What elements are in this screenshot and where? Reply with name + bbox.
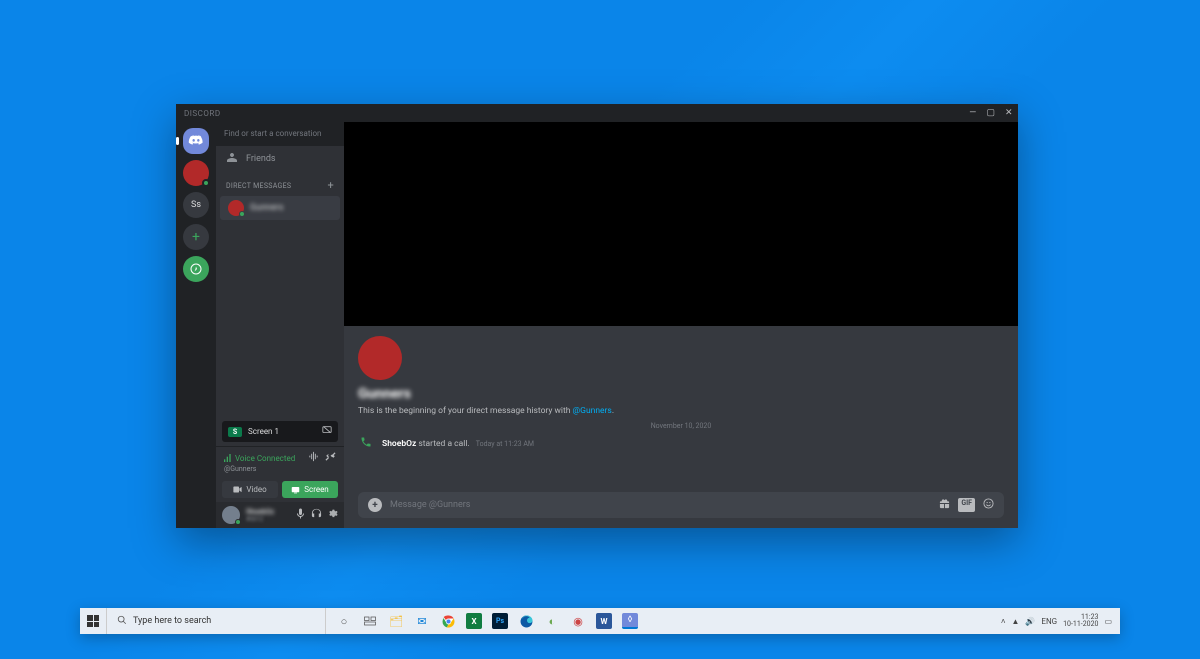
home-button[interactable] bbox=[183, 128, 209, 154]
video-button[interactable]: Video bbox=[222, 481, 278, 498]
pinned-apps: ○ 🗂 ✉ X Ps ◐ ◉ W ◊ bbox=[326, 613, 648, 629]
deafen-button[interactable] bbox=[311, 508, 322, 522]
search-input[interactable]: Find or start a conversation bbox=[216, 122, 344, 146]
call-message: ShoebOz started a call. Today at 11:23 A… bbox=[358, 434, 1004, 453]
close-button[interactable]: ✕ bbox=[1004, 108, 1014, 118]
discord-window: DISCORD — ▢ ✕ Ss + Find or start a conve… bbox=[176, 104, 1018, 528]
message-composer[interactable]: + Message @Gunners GIF bbox=[358, 492, 1004, 518]
tray-volume-icon[interactable]: 🔊 bbox=[1025, 617, 1035, 626]
compass-icon bbox=[190, 263, 202, 275]
server-rail: Ss + bbox=[176, 122, 216, 528]
dm-avatar bbox=[228, 200, 244, 216]
composer-placeholder: Message @Gunners bbox=[382, 500, 939, 510]
create-dm-button[interactable]: + bbox=[327, 179, 334, 192]
screen-button[interactable]: Screen bbox=[282, 481, 338, 498]
server-1[interactable] bbox=[183, 160, 209, 186]
app-icon-1[interactable]: ◐ bbox=[544, 613, 560, 629]
minimize-button[interactable]: — bbox=[968, 108, 978, 118]
dm-name: Gunners bbox=[250, 203, 284, 213]
video-icon bbox=[233, 486, 242, 493]
call-action-row: Video Screen bbox=[216, 477, 344, 502]
excel-icon[interactable]: X bbox=[466, 613, 482, 629]
phone-icon bbox=[358, 436, 374, 451]
dm-header: DIRECT MESSAGES + bbox=[216, 171, 344, 196]
call-time: Today at 11:23 AM bbox=[476, 440, 534, 448]
channel-sidebar: Find or start a conversation Friends DIR… bbox=[216, 122, 344, 528]
discord-taskbar-icon[interactable]: ◊ bbox=[622, 613, 638, 629]
tray-clock[interactable]: 11:23 10-11-2020 bbox=[1063, 614, 1098, 628]
emoji-button[interactable] bbox=[983, 498, 994, 512]
file-explorer-icon[interactable]: 🗂 bbox=[388, 613, 404, 629]
search-icon bbox=[117, 615, 127, 628]
gif-button[interactable]: GIF bbox=[958, 498, 975, 512]
chrome-icon[interactable] bbox=[440, 613, 456, 629]
channel-name: Gunners bbox=[358, 386, 1004, 402]
voice-connected-label: Voice Connected bbox=[224, 454, 295, 463]
windows-logo-icon bbox=[87, 615, 99, 627]
messages-area: Gunners This is the beginning of your di… bbox=[344, 326, 1018, 486]
mail-icon[interactable]: ✉ bbox=[414, 613, 430, 629]
screen-thumb-icon: S bbox=[228, 427, 242, 437]
taskbar-search[interactable]: Type here to search bbox=[106, 608, 326, 634]
tray-notifications-icon[interactable]: ▭ bbox=[1104, 617, 1112, 626]
gift-button[interactable] bbox=[939, 498, 950, 512]
screen-share-panel: S Screen 1 bbox=[222, 421, 338, 442]
window-title: DISCORD bbox=[184, 109, 221, 118]
channel-avatar bbox=[358, 336, 402, 380]
edge-icon[interactable] bbox=[518, 613, 534, 629]
friends-button[interactable]: Friends bbox=[216, 146, 344, 171]
disconnect-button[interactable] bbox=[325, 451, 336, 465]
search-placeholder: Type here to search bbox=[133, 616, 211, 626]
app-body: Ss + Find or start a conversation Friend… bbox=[176, 122, 1018, 528]
tray-chevron-icon[interactable]: ˄ bbox=[1001, 617, 1006, 626]
call-user: ShoebOz bbox=[382, 439, 416, 449]
mute-button[interactable] bbox=[296, 508, 305, 522]
settings-button[interactable] bbox=[328, 508, 338, 522]
task-view-button[interactable] bbox=[362, 613, 378, 629]
add-server-button[interactable]: + bbox=[183, 224, 209, 250]
user-info: ShoebOz #0012 bbox=[246, 508, 274, 523]
voice-status: Voice Connected @Gunners bbox=[216, 446, 344, 477]
photoshop-icon[interactable]: Ps bbox=[492, 613, 508, 629]
friends-icon bbox=[226, 152, 238, 165]
system-tray: ˄ ▲ 🔊 ENG 11:23 10-11-2020 ▭ bbox=[993, 614, 1120, 628]
attach-button[interactable]: + bbox=[368, 498, 382, 512]
main-area: Gunners This is the beginning of your di… bbox=[344, 122, 1018, 528]
explore-servers-button[interactable] bbox=[183, 256, 209, 282]
maximize-button[interactable]: ▢ bbox=[986, 108, 996, 118]
noise-suppression-button[interactable] bbox=[308, 451, 319, 465]
word-icon[interactable]: W bbox=[596, 613, 612, 629]
voice-channel-name: @Gunners bbox=[224, 465, 336, 473]
screen-share-label: Screen 1 bbox=[248, 427, 279, 436]
window-controls: — ▢ ✕ bbox=[968, 108, 1014, 118]
cortana-button[interactable]: ○ bbox=[336, 613, 352, 629]
titlebar: DISCORD — ▢ ✕ bbox=[176, 104, 1018, 122]
tray-network-icon[interactable]: ▲ bbox=[1012, 617, 1020, 626]
history-intro: This is the beginning of your direct mes… bbox=[358, 406, 1004, 416]
user-avatar[interactable] bbox=[222, 506, 240, 524]
stop-stream-button[interactable] bbox=[322, 425, 332, 438]
user-panel: ShoebOz #0012 bbox=[216, 502, 344, 528]
taskbar: Type here to search ○ 🗂 ✉ X Ps ◐ ◉ W ◊ ˄… bbox=[80, 608, 1120, 634]
signal-icon bbox=[224, 454, 232, 462]
call-action: started a call. bbox=[418, 439, 469, 449]
friends-label: Friends bbox=[246, 154, 276, 164]
video-stage[interactable] bbox=[344, 122, 1018, 326]
discord-logo-icon bbox=[188, 135, 204, 147]
date-divider: November 10, 2020 bbox=[358, 422, 1004, 430]
start-button[interactable] bbox=[80, 615, 106, 627]
screen-icon bbox=[291, 486, 300, 494]
tray-language[interactable]: ENG bbox=[1041, 617, 1057, 626]
dm-item[interactable]: Gunners bbox=[220, 196, 340, 220]
server-2[interactable]: Ss bbox=[183, 192, 209, 218]
app-icon-2[interactable]: ◉ bbox=[570, 613, 586, 629]
